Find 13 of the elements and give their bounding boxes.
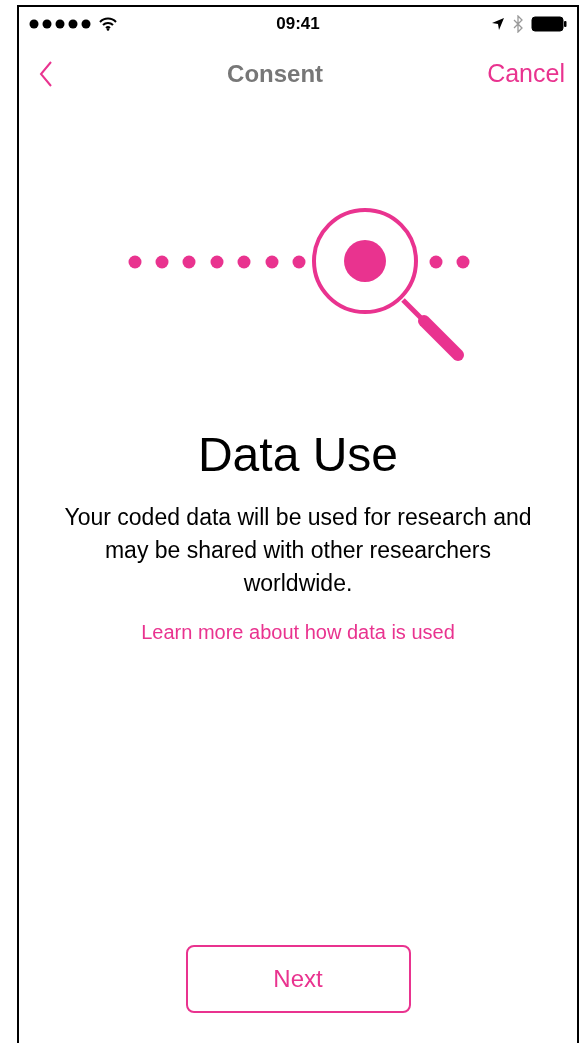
page-title: Data Use [196, 427, 400, 483]
wifi-icon [99, 17, 117, 31]
bluetooth-icon [513, 15, 523, 33]
cancel-button[interactable]: Cancel [487, 55, 565, 93]
chevron-left-icon [39, 60, 53, 88]
battery-icon [531, 16, 567, 32]
status-time: 09:41 [276, 13, 320, 36]
learn-more-link[interactable]: Learn more about how data is used [141, 617, 455, 647]
signal-icon [29, 19, 93, 29]
next-button[interactable]: Next [185, 945, 411, 1013]
location-arrow-icon [491, 17, 505, 31]
description-text: Your coded data will be used for research and may be shared with other researchers worldwide. [63, 503, 533, 598]
nav-title: Consent [227, 59, 324, 89]
